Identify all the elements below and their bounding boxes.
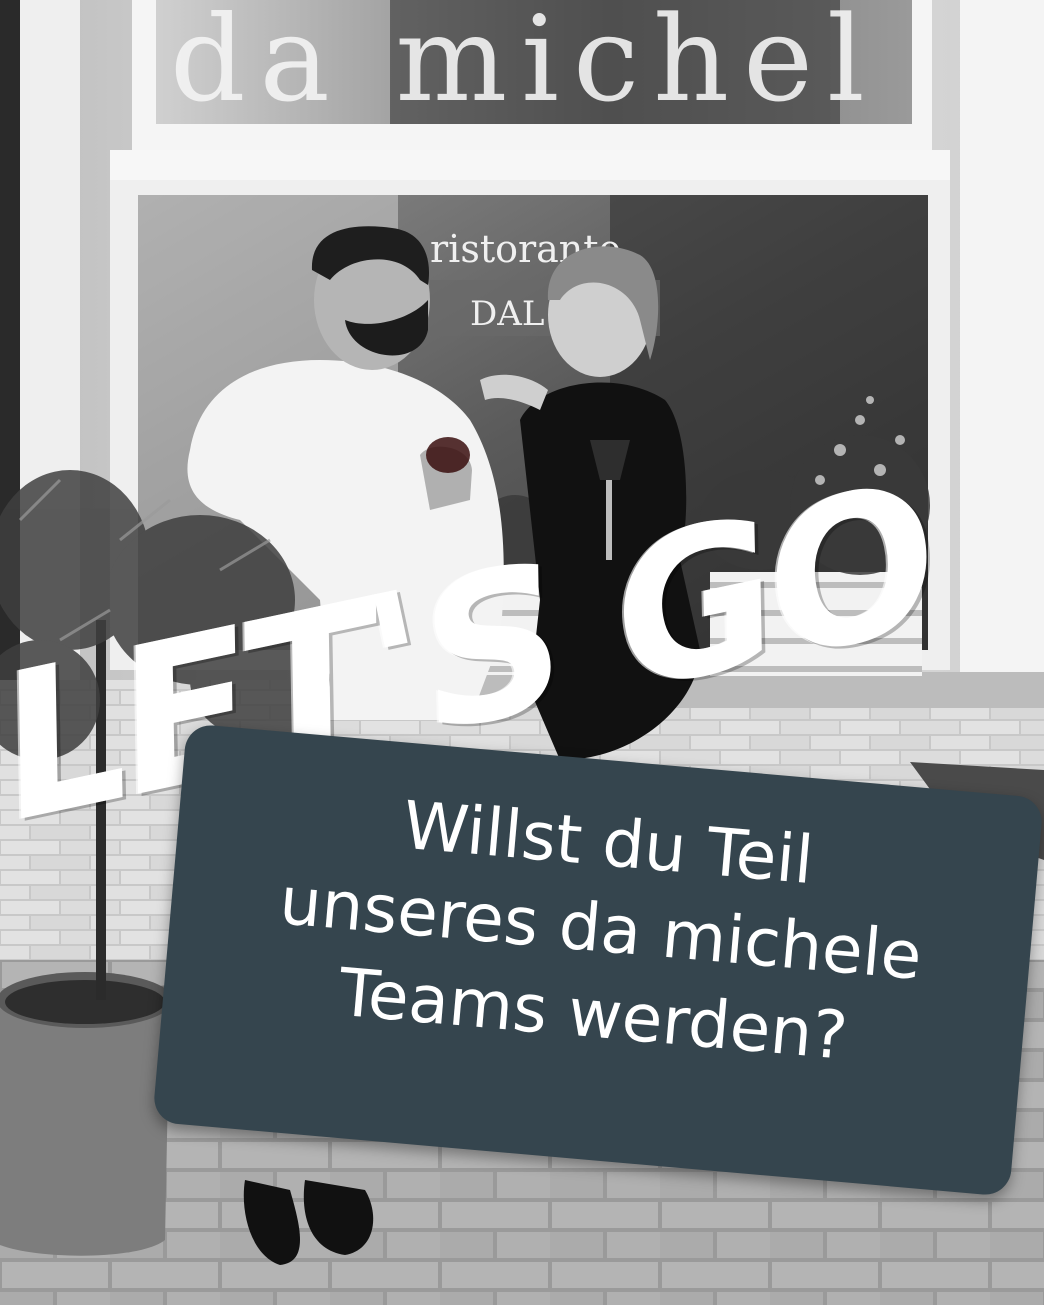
- restaurant-sign-text: da michel: [170, 0, 879, 128]
- poster-canvas: da michel ristorante DAL 19 LET'S GO Wil…: [0, 0, 1044, 1305]
- job-callout-text: Willst du Teil unseres da michele Teams …: [161, 763, 1040, 1095]
- job-callout-card: Willst du Teil unseres da michele Teams …: [152, 723, 1044, 1197]
